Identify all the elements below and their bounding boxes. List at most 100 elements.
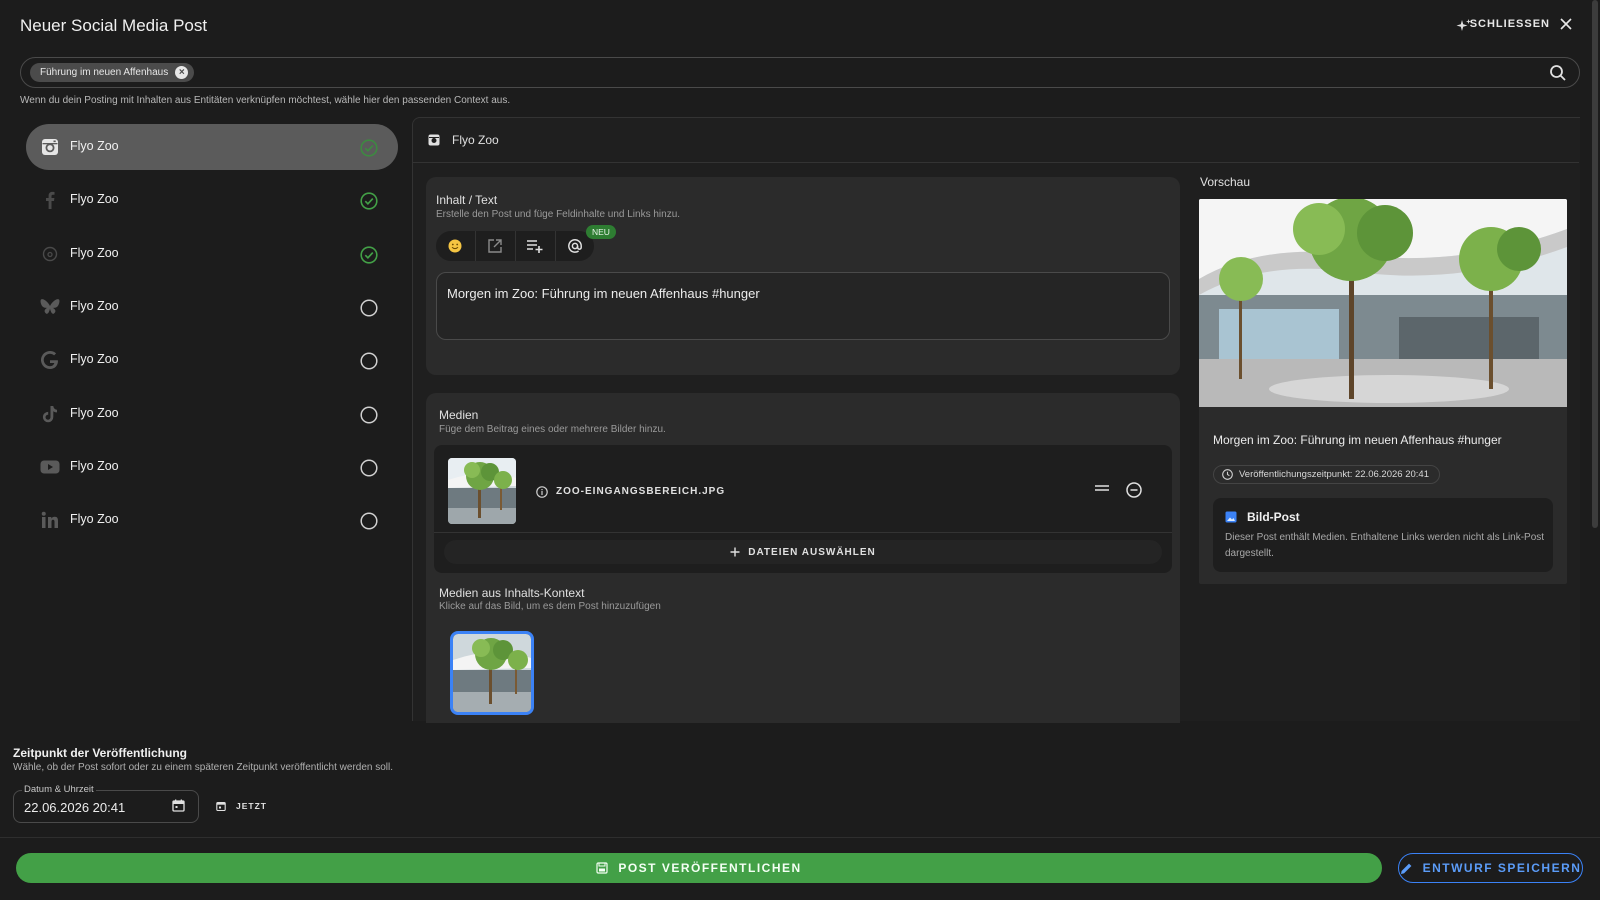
account-item-threads[interactable]: Flyo Zoo — [26, 231, 398, 277]
media-file-name: ZOO-EINGANGSBEREICH.JPG — [556, 486, 726, 497]
tiktok-icon — [40, 404, 60, 424]
preview-image — [1199, 199, 1567, 407]
account-name: Flyo Zoo — [70, 298, 119, 313]
new-badge: NEU — [586, 225, 616, 239]
context-media-subtitle: Klicke auf das Bild, um es dem Post hinz… — [439, 601, 661, 612]
select-files-label: DATEIEN AUSWÄHLEN — [748, 546, 876, 558]
media-thumbnail — [448, 458, 516, 524]
media-file-list: ZOO-EINGANGSBEREICH.JPG DATEIEN AUSWÄHLE… — [434, 445, 1172, 573]
instagram-icon — [40, 137, 60, 157]
close-button[interactable]: SCHLIESSEN — [1470, 18, 1572, 30]
empty-circle-icon[interactable] — [360, 352, 378, 370]
publish-label: POST VERÖFFENTLICHEN — [618, 861, 802, 875]
threads-icon — [40, 244, 60, 264]
playlist-add-icon — [526, 238, 544, 254]
account-item-instagram[interactable]: Flyo Zoo — [26, 124, 398, 170]
account-name: Flyo Zoo — [70, 352, 119, 367]
account-name: Flyo Zoo — [70, 139, 119, 153]
account-item-bluesky[interactable]: Flyo Zoo — [26, 284, 398, 330]
context-media-thumbnail[interactable] — [450, 631, 534, 715]
file-row-divider — [434, 532, 1172, 533]
publish-time-text: Veröffentlichungszeitpunkt: 22.06.2026 2… — [1239, 469, 1429, 480]
bluesky-icon — [40, 297, 60, 317]
editor-toolbar — [436, 231, 594, 261]
panel-header-divider — [413, 162, 1579, 163]
close-icon — [1560, 18, 1572, 30]
check-circle-icon[interactable] — [360, 245, 378, 264]
post-type-box: Bild-Post Dieser Post enthält Medien. En… — [1213, 498, 1553, 572]
image-icon — [1225, 511, 1237, 523]
insert-field-button[interactable] — [515, 231, 553, 261]
calendar-icon[interactable] — [172, 799, 185, 812]
search-icon[interactable] — [1549, 64, 1567, 82]
account-name: Flyo Zoo — [70, 245, 119, 260]
drag-handle-icon[interactable] — [1094, 483, 1110, 493]
post-type-description: Dieser Post enthält Medien. Enthaltene L… — [1225, 532, 1545, 559]
media-card-title: Medien — [439, 408, 479, 422]
emoji-icon — [448, 239, 462, 253]
context-hint: Wenn du dein Posting mit Inhalten aus En… — [20, 95, 511, 106]
account-item-google[interactable]: Flyo Zoo — [26, 337, 398, 383]
account-item-tiktok[interactable]: Flyo Zoo — [26, 391, 398, 437]
info-icon[interactable] — [536, 486, 548, 498]
save-draft-button[interactable]: ENTWURF SPEICHERN — [1398, 853, 1583, 883]
media-card-subtitle: Füge dem Beitrag eines oder mehrere Bild… — [439, 424, 666, 435]
schedule-title: Zeitpunkt der Veröffentlichung — [13, 746, 188, 760]
instagram-icon — [428, 134, 440, 146]
context-chip-label: Führung im neuen Affenhaus — [40, 67, 169, 78]
empty-circle-icon[interactable] — [360, 299, 378, 317]
clock-icon — [1222, 469, 1233, 480]
close-label: SCHLIESSEN — [1469, 18, 1550, 30]
select-files-button[interactable]: DATEIEN AUSWÄHLEN — [444, 540, 1162, 564]
publish-button[interactable]: POST VERÖFFENTLICHEN — [16, 853, 1382, 883]
account-name: Flyo Zoo — [70, 405, 119, 420]
now-button[interactable]: JETZT — [216, 801, 267, 811]
publish-time-chip: Veröffentlichungszeitpunkt: 22.06.2026 2… — [1213, 465, 1440, 484]
check-circle-icon[interactable] — [360, 192, 378, 210]
empty-circle-icon[interactable] — [360, 459, 378, 477]
account-name: Flyo Zoo — [70, 512, 119, 527]
now-label: JETZT — [236, 801, 267, 811]
content-card-title: Inhalt / Text — [436, 193, 498, 207]
content-card: Inhalt / Text Erstelle den Post und füge… — [426, 177, 1180, 375]
datetime-label: Datum & Uhrzeit — [22, 784, 96, 795]
at-sign-icon — [567, 238, 583, 254]
preview-card: Morgen im Zoo: Führung im neuen Affenhau… — [1199, 199, 1567, 584]
external-link-icon — [487, 238, 503, 254]
pencil-icon — [1400, 862, 1413, 875]
emoji-button[interactable] — [436, 231, 474, 261]
insert-link-button[interactable] — [475, 231, 513, 261]
context-search-field[interactable]: Führung im neuen Affenhaus × — [20, 57, 1580, 88]
post-text-input[interactable]: Morgen im Zoo: Führung im neuen Affenhau… — [436, 272, 1170, 340]
page-title: Neuer Social Media Post — [20, 16, 208, 35]
calendar-today-icon — [216, 801, 226, 811]
schedule-subtitle: Wähle, ob der Post sofort oder zu einem … — [13, 762, 394, 773]
save-draft-label: ENTWURF SPEICHERN — [1422, 861, 1582, 875]
datetime-value: 22.06.2026 20:41 — [24, 800, 126, 815]
preview-title: Vorschau — [1200, 175, 1251, 189]
account-item-linkedin[interactable]: Flyo Zoo — [26, 497, 398, 543]
media-card: Medien Füge dem Beitrag eines oder mehre… — [426, 393, 1180, 723]
account-name: Flyo Zoo — [70, 458, 119, 473]
remove-circle-icon[interactable] — [1126, 482, 1142, 498]
content-card-subtitle: Erstelle den Post und füge Feldinhalte u… — [436, 209, 681, 220]
footer-divider — [0, 837, 1600, 838]
context-chip: Führung im neuen Affenhaus × — [30, 63, 195, 82]
account-item-youtube[interactable]: Flyo Zoo — [26, 444, 398, 490]
save-icon — [596, 862, 608, 874]
account-name: Flyo Zoo — [70, 192, 119, 207]
scrollbar[interactable] — [1592, 0, 1598, 528]
check-circle-icon[interactable] — [360, 139, 378, 157]
panel-account-name: Flyo Zoo — [452, 133, 499, 147]
context-media-title: Medien aus Inhalts-Kontext — [439, 586, 585, 600]
plus-icon — [730, 547, 740, 557]
account-item-facebook[interactable]: Flyo Zoo — [26, 177, 398, 223]
empty-circle-icon[interactable] — [360, 405, 378, 424]
youtube-icon — [40, 457, 60, 477]
chip-remove-icon[interactable]: × — [175, 66, 189, 79]
post-text-value: Morgen im Zoo: Führung im neuen Affenhau… — [447, 286, 760, 301]
google-icon — [40, 350, 60, 370]
empty-circle-icon[interactable] — [360, 512, 378, 530]
linkedin-icon — [40, 510, 60, 530]
facebook-icon — [40, 190, 60, 210]
